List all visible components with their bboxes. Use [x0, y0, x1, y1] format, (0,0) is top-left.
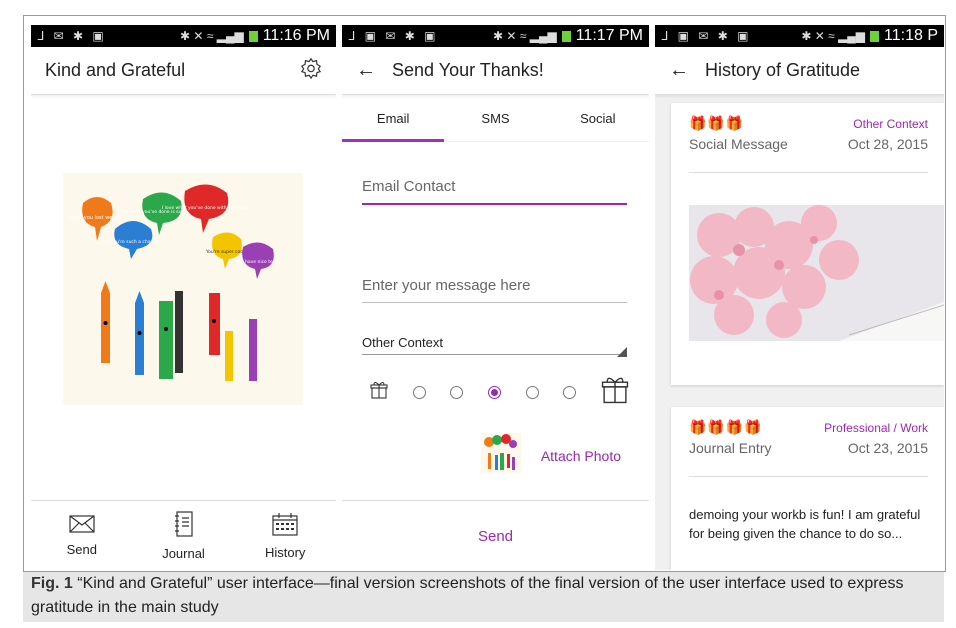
nav-send[interactable]: Send: [31, 501, 133, 570]
battery-icon: [870, 30, 880, 42]
battery-icon: [561, 30, 571, 42]
entry-context: Other Context: [853, 116, 928, 131]
gift-rating-icon: 🎁🎁🎁🎁: [689, 419, 763, 435]
app-title: History of Gratitude: [705, 60, 861, 80]
message-placeholder: Enter your message here: [362, 277, 531, 294]
gratitude-rating: [370, 377, 629, 407]
tab-email[interactable]: Email: [342, 95, 445, 142]
status-left-icons: ᒧ ▣ ✉ ✱ ▣: [348, 29, 439, 43]
nav-send-label: Send: [66, 542, 98, 557]
rating-radio-4[interactable]: [525, 385, 539, 399]
dropdown-triangle-icon: [617, 347, 627, 357]
entry-type: Social Message: [689, 136, 788, 152]
history-card-1[interactable]: 🎁🎁🎁 Other Context Social Message Oct 28,…: [671, 103, 944, 385]
email-contact-placeholder: Email Contact: [362, 178, 456, 195]
attach-photo-label: Attach Photo: [540, 447, 621, 464]
nav-journal-label: Journal: [162, 546, 205, 561]
status-time: 11:16 PM: [262, 27, 330, 44]
rating-radio-3[interactable]: [487, 385, 501, 399]
journal-icon: [174, 511, 194, 540]
gift-rating-icon: 🎁🎁🎁: [689, 115, 745, 131]
nav-history[interactable]: History: [234, 501, 336, 570]
card-divider: [689, 476, 928, 477]
status-right-icons: ✱ ✕ ≈ ▂▄▆: [493, 29, 557, 43]
figure-caption-text: “Kind and Grateful” user interface—final…: [31, 575, 904, 616]
app-bar: ← History of Gratitude: [655, 47, 944, 95]
status-left-icons: ᒧ ▣ ✉ ✱ ▣: [661, 29, 752, 43]
history-list: 🎁🎁🎁 Other Context Social Message Oct 28,…: [655, 95, 944, 570]
bubble-text-6: You have nice teeth: [235, 259, 280, 265]
app-bar: Kind and Grateful: [31, 47, 336, 95]
status-right-icons: ✱ ✕ ≈ ▂▄▆: [801, 29, 866, 43]
status-bar: ᒧ ▣ ✉ ✱ ▣ ✱ ✕ ≈ ▂▄▆ 11:17 PM: [342, 25, 649, 47]
entry-date: Oct 28, 2015: [847, 136, 928, 152]
email-contact-field[interactable]: Email Contact: [362, 178, 627, 205]
app-title: Kind and Grateful: [45, 60, 186, 80]
envelope-icon: [69, 515, 95, 536]
status-right-icons: ✱ ✕ ≈ ▂▄▆: [180, 29, 244, 43]
send-label: Send: [477, 527, 514, 545]
status-time: 11:17 PM: [575, 27, 643, 44]
context-value: Other Context: [362, 335, 443, 350]
tab-sms[interactable]: SMS: [444, 95, 546, 141]
bottom-nav: Send Journal History: [31, 500, 336, 570]
bubble-text-4: I love what you've done with your hair!: [162, 205, 250, 211]
rating-radio-2[interactable]: [450, 385, 464, 399]
status-bar: ᒧ ✉ ✱ ▣ ✱ ✕ ≈ ▂▄▆ 11:16 PM: [31, 25, 336, 47]
entry-context: Professional / Work: [824, 420, 928, 435]
calendar-icon: [272, 512, 298, 539]
back-arrow-icon[interactable]: ←: [669, 59, 689, 82]
status-time: 11:18 P: [884, 27, 938, 44]
status-right: ✱ ✕ ≈ ▂▄▆ 11:18 P: [801, 27, 938, 45]
entry-text: demoing your workb is fun! I am grateful…: [689, 507, 921, 541]
photo-thumbnail-icon: [480, 433, 521, 478]
tab-social[interactable]: Social: [547, 95, 649, 141]
context-underline: [362, 354, 627, 355]
gear-icon[interactable]: [300, 57, 322, 84]
channel-tabs: Email SMS Social: [342, 95, 649, 142]
figure-label: Fig. 1: [31, 575, 73, 592]
small-gift-icon: [370, 381, 388, 404]
bubble-text-5: You're super cool!: [205, 249, 246, 255]
attach-photo-button[interactable]: Attach Photo: [480, 433, 621, 478]
app-bar: ← Send Your Thanks!: [342, 47, 649, 95]
send-button[interactable]: Send: [342, 500, 649, 570]
status-right: ✱ ✕ ≈ ▂▄▆ 11:17 PM: [493, 27, 643, 45]
app-title: Send Your Thanks!: [392, 60, 544, 80]
figure-caption: Fig. 1 “Kind and Grateful” user interfac…: [23, 572, 944, 622]
entry-type: Journal Entry: [689, 440, 772, 456]
card-divider: [689, 172, 928, 173]
message-field-underline: [362, 302, 627, 303]
bubble-text-2: Oh you're such a charmer!: [103, 239, 163, 245]
message-field[interactable]: Enter your message here: [362, 277, 627, 303]
back-arrow-icon[interactable]: ←: [356, 59, 376, 82]
entry-date: Oct 23, 2015: [847, 440, 928, 456]
large-gift-icon: [601, 376, 629, 409]
context-select[interactable]: Other Context: [362, 335, 627, 357]
flower-photo: [689, 205, 944, 341]
rating-radio-1[interactable]: [412, 385, 426, 399]
nav-journal[interactable]: Journal: [133, 501, 235, 570]
bubble-text-1: Have you lost weight?: [69, 215, 125, 221]
status-bar: ᒧ ▣ ✉ ✱ ▣ ✱ ✕ ≈ ▂▄▆ 11:18 P: [655, 25, 944, 47]
history-card-2[interactable]: 🎁🎁🎁🎁 Professional / Work Journal Entry O…: [671, 407, 944, 570]
email-field-underline: [362, 203, 627, 205]
screen-home: ᒧ ✉ ✱ ▣ ✱ ✕ ≈ ▂▄▆ 11:16 PM Kind and Grat…: [31, 25, 336, 570]
screen-send: ᒧ ▣ ✉ ✱ ▣ ✱ ✕ ≈ ▂▄▆ 11:17 PM ← Send Your…: [342, 25, 649, 570]
rating-radio-5[interactable]: [563, 385, 577, 399]
status-left-icons: ᒧ ✉ ✱ ▣: [37, 29, 107, 43]
crayons-illustration: Have you lost weight? Oh you're such a c…: [63, 173, 303, 405]
screen-history: ᒧ ▣ ✉ ✱ ▣ ✱ ✕ ≈ ▂▄▆ 11:18 P 🎁🎁🎁 Other Co…: [655, 25, 944, 570]
nav-history-label: History: [264, 545, 306, 560]
status-right: ✱ ✕ ≈ ▂▄▆ 11:16 PM: [180, 27, 330, 45]
battery-icon: [248, 30, 258, 42]
